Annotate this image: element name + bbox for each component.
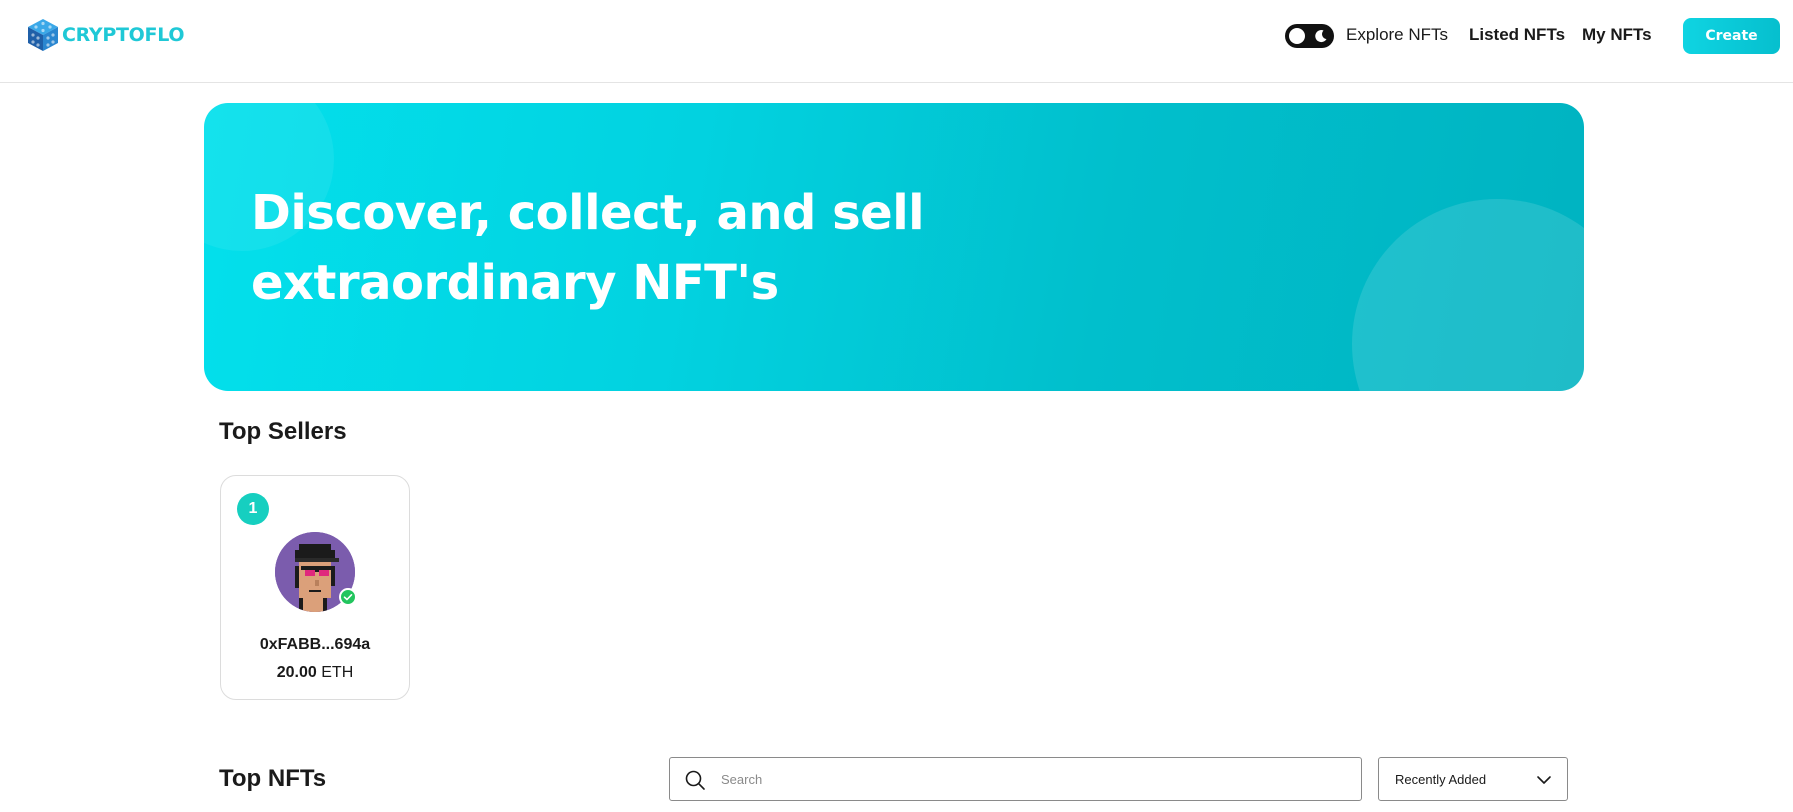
sort-selected-value: Recently Added xyxy=(1395,772,1487,787)
moon-icon xyxy=(1315,30,1327,43)
top-nfts-title: Top NFTs xyxy=(219,765,327,792)
rank-badge: 1 xyxy=(237,493,269,525)
seller-amount: 20.00 ETH xyxy=(221,664,409,682)
navbar: CRYPTOFLO Explore NFTs Listed NFTs My NF… xyxy=(0,0,1793,83)
toggle-knob xyxy=(1289,28,1305,44)
search-box[interactable] xyxy=(669,757,1362,801)
sort-dropdown[interactable]: Recently Added xyxy=(1378,757,1568,801)
nav-listed-nfts[interactable]: Listed NFTs xyxy=(1469,25,1565,45)
create-button[interactable]: Create xyxy=(1683,18,1780,54)
search-input[interactable] xyxy=(719,758,1349,800)
seller-avatar-wrap xyxy=(275,532,357,612)
chevron-down-icon xyxy=(1537,776,1551,784)
nav-explore-nfts[interactable]: Explore NFTs xyxy=(1346,25,1448,45)
hero-banner: Discover, collect, and sell extraordinar… xyxy=(204,103,1584,391)
hero-title: Discover, collect, and sell extraordinar… xyxy=(251,185,925,311)
seller-address: 0xFABB...694a xyxy=(259,636,371,653)
seller-amount-currency: ETH xyxy=(321,664,354,681)
hero-decor-circle xyxy=(1352,199,1584,391)
seller-amount-value: 20.00 xyxy=(276,664,317,681)
search-icon xyxy=(685,770,705,790)
seller-card[interactable]: 1 0xFABB...694a 20.00 ETH xyxy=(220,475,410,700)
nav-my-nfts[interactable]: My NFTs xyxy=(1582,25,1652,45)
logo-text: CRYPTOFLO xyxy=(62,24,185,46)
theme-toggle[interactable] xyxy=(1285,24,1334,48)
logo[interactable]: CRYPTOFLO xyxy=(26,17,185,53)
logo-cube-icon xyxy=(28,19,58,51)
top-sellers-title: Top Sellers xyxy=(219,418,347,445)
verified-check-icon xyxy=(339,588,357,606)
